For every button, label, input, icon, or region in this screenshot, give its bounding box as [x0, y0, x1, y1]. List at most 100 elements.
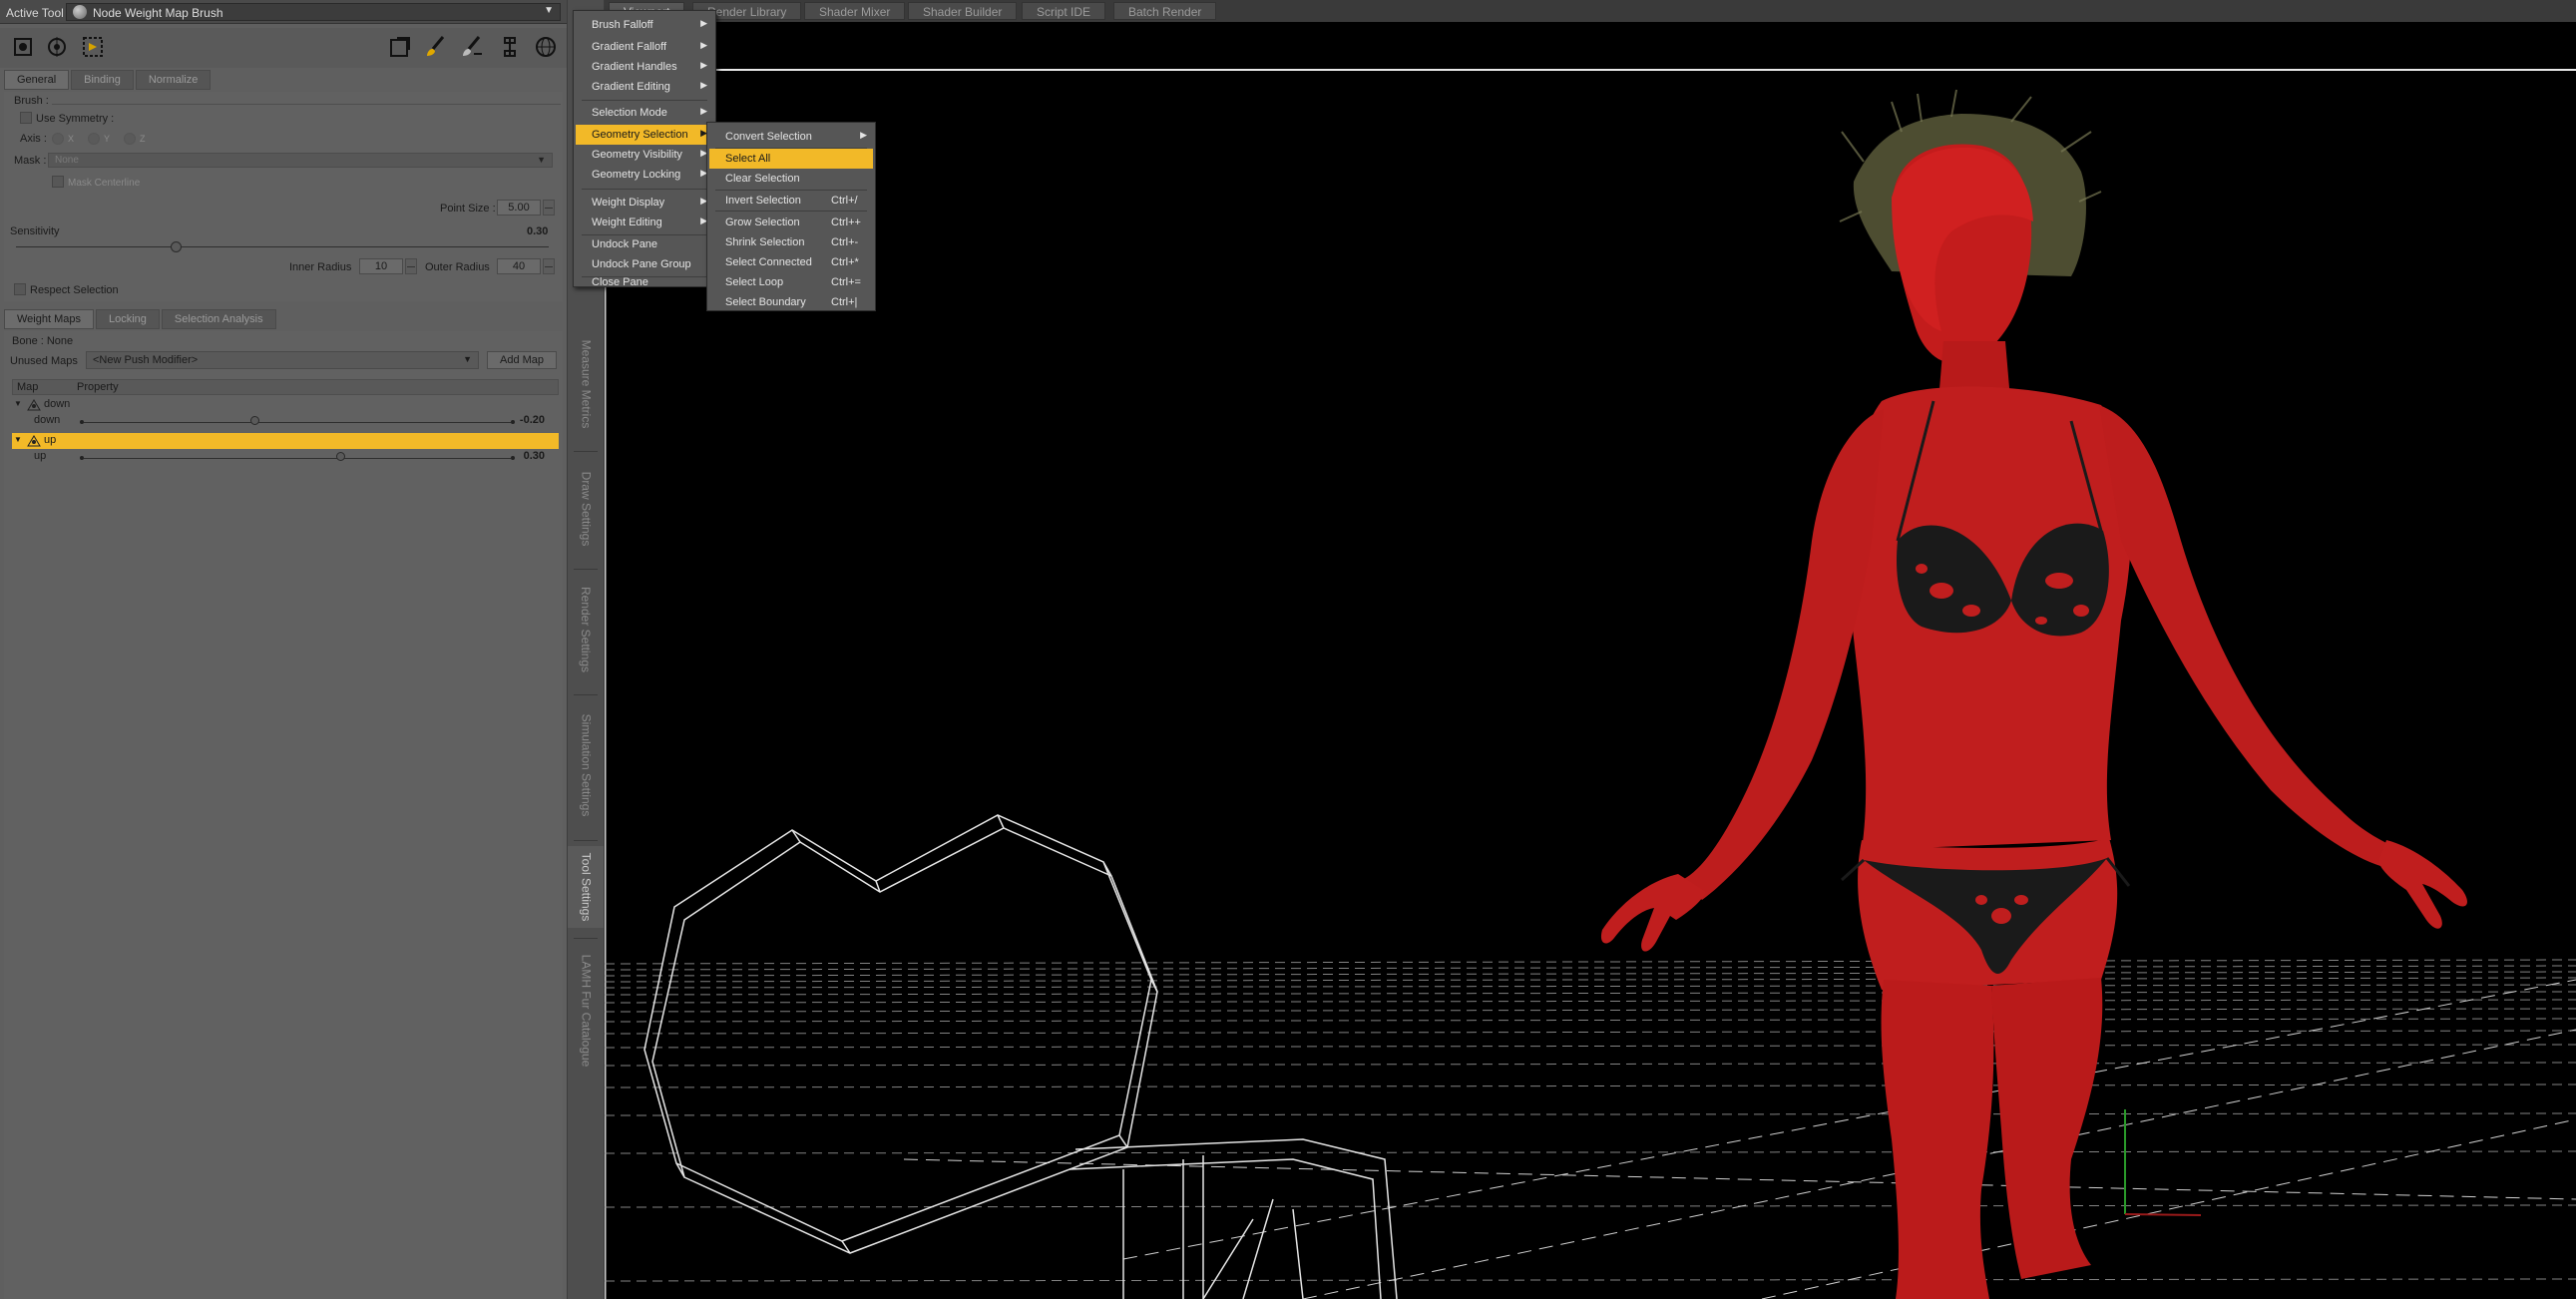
wireframe-object — [644, 814, 1398, 1299]
mask-centerline-checkbox[interactable] — [52, 176, 64, 188]
menu-item-weight-editing[interactable]: Weight Editing ▶ — [576, 213, 713, 232]
axis-y-radio[interactable] — [88, 133, 100, 145]
menu-item-close-pane[interactable]: Close Pane — [576, 276, 713, 288]
menu-item-gradient-falloff[interactable]: Gradient Falloff ▶ — [576, 37, 713, 57]
region-select-icon[interactable] — [78, 32, 108, 62]
weight-map-icon — [27, 435, 41, 447]
paint-brush-icon[interactable] — [421, 32, 451, 62]
sensitivity-label: Sensitivity — [10, 225, 60, 237]
select-brush-icon[interactable] — [8, 32, 38, 62]
inner-radius-field[interactable]: 10 — [359, 258, 403, 274]
top-tab-bar: Viewport Render Library Shader Mixer Sha… — [605, 0, 2576, 22]
channel-slider-track[interactable] — [84, 458, 511, 459]
menu-item-gradient-handles[interactable]: Gradient Handles ▶ — [576, 57, 713, 77]
use-symmetry-checkbox[interactable] — [20, 112, 32, 124]
tab-binding[interactable]: Binding — [71, 70, 134, 90]
tab-batch-render[interactable]: Batch Render — [1113, 2, 1217, 20]
node-select-icon[interactable] — [42, 32, 72, 62]
menu-item-geometry-locking[interactable]: Geometry Locking ▶ — [576, 165, 713, 185]
menu-item-brush-falloff[interactable]: Brush Falloff ▶ — [576, 15, 713, 35]
tab-normalize[interactable]: Normalize — [135, 70, 212, 90]
submenu-arrow-icon: ▶ — [700, 60, 707, 70]
outer-radius-stepper[interactable] — [543, 258, 555, 274]
menu-item-weight-display[interactable]: Weight Display ▶ — [576, 193, 713, 213]
add-map-button[interactable]: Add Map — [487, 351, 557, 369]
outer-radius-field[interactable]: 40 — [497, 258, 541, 274]
active-tool-dropdown[interactable]: Node Weight Map Brush ▼ — [66, 3, 561, 21]
tab-locking[interactable]: Locking — [96, 309, 160, 329]
respect-selection-checkbox[interactable] — [14, 283, 26, 295]
channel-value: 0.30 — [523, 450, 545, 462]
menu-item-gradient-editing[interactable]: Gradient Editing ▶ — [576, 77, 713, 97]
unused-maps-dropdown[interactable]: <New Push Modifier> ▼ — [86, 351, 479, 369]
menu-item-select-loop[interactable]: Select Loop Ctrl+= — [709, 272, 873, 292]
stamp-icon[interactable] — [385, 32, 415, 62]
weight-map-icon — [27, 399, 41, 411]
menu-item-clear-selection[interactable]: Clear Selection — [709, 169, 873, 189]
vtab-render-settings[interactable]: Render Settings — [568, 575, 604, 684]
divider — [574, 569, 598, 570]
tab-weight-maps[interactable]: Weight Maps — [4, 309, 94, 329]
menu-item-undock-pane-group[interactable]: Undock Pane Group — [576, 254, 713, 274]
menu-item-select-boundary[interactable]: Select Boundary Ctrl+| — [709, 292, 873, 312]
mask-value: None — [55, 155, 79, 166]
menu-item-undock-pane[interactable]: Undock Pane — [576, 234, 713, 254]
weight-map-channel-up: up 0.30 — [12, 449, 559, 465]
axis-z-label: Z — [140, 134, 146, 144]
mask-dropdown[interactable]: None ▼ — [48, 153, 553, 168]
vtab-draw-settings[interactable]: Draw Settings — [568, 459, 604, 559]
column-property: Property — [77, 381, 119, 393]
menu-item-select-connected[interactable]: Select Connected Ctrl+* — [709, 252, 873, 272]
viewport-scene — [605, 22, 2576, 1299]
menu-item-select-all[interactable]: Select All — [709, 149, 873, 169]
inner-radius-stepper[interactable] — [405, 258, 417, 274]
ground-grid — [605, 959, 2576, 1282]
globe-target-icon[interactable] — [531, 32, 561, 62]
channel-name: up — [34, 450, 47, 462]
menu-item-invert-selection[interactable]: Invert Selection Ctrl+/ — [709, 191, 873, 211]
vtab-tool-settings[interactable]: Tool Settings — [568, 846, 604, 928]
vtab-lamh-fur-catalogue[interactable]: LAMH Fur Catalogue — [568, 946, 604, 1076]
weight-map-group-down[interactable]: ▼ down — [12, 397, 559, 413]
tab-selection-analysis[interactable]: Selection Analysis — [161, 309, 276, 329]
divider — [574, 451, 598, 452]
3d-viewport[interactable] — [605, 22, 2576, 1299]
menu-item-geometry-selection[interactable]: Geometry Selection ▶ — [576, 125, 713, 145]
brush-heading: Brush : — [14, 95, 49, 107]
vtab-simulation-settings[interactable]: Simulation Settings — [568, 700, 604, 830]
channel-slider-handle[interactable] — [335, 452, 345, 461]
weight-map-channel-down: down -0.20 — [12, 413, 559, 429]
submenu-arrow-icon: ▶ — [860, 130, 867, 140]
pin-icon[interactable] — [495, 32, 525, 62]
channel-slider-track[interactable] — [84, 422, 511, 423]
point-size-stepper[interactable] — [543, 200, 555, 216]
channel-slider-handle[interactable] — [250, 416, 260, 425]
menu-item-convert-selection[interactable]: Convert Selection ▶ — [709, 127, 873, 147]
menu-item-shrink-selection[interactable]: Shrink Selection Ctrl+- — [709, 232, 873, 252]
vtab-measure-metrics[interactable]: Measure Metrics — [568, 329, 604, 439]
point-size-field[interactable]: 5.00 — [497, 200, 541, 216]
axis-x-radio[interactable] — [52, 133, 64, 145]
weight-maps-panel — [4, 331, 563, 1299]
weight-map-group-up[interactable]: ▼ up — [12, 433, 559, 449]
expand-triangle-icon[interactable]: ▼ — [14, 435, 22, 444]
tab-general[interactable]: General — [4, 70, 70, 90]
tab-shader-builder[interactable]: Shader Builder — [908, 2, 1018, 20]
sensitivity-value: 0.30 — [527, 225, 549, 237]
submenu-arrow-icon: ▶ — [700, 80, 707, 90]
expand-triangle-icon[interactable]: ▼ — [14, 399, 22, 408]
group-name: up — [44, 434, 57, 446]
sensitivity-slider-track[interactable] — [16, 246, 549, 247]
tab-script-ide[interactable]: Script IDE — [1022, 2, 1106, 20]
menu-item-selection-mode[interactable]: Selection Mode ▶ — [576, 103, 713, 123]
mask-centerline-label: Mask Centerline — [68, 178, 141, 189]
slider-max-dot — [511, 456, 515, 460]
inner-radius-label: Inner Radius — [289, 261, 352, 273]
tab-shader-mixer[interactable]: Shader Mixer — [804, 2, 906, 20]
submenu-arrow-icon: ▶ — [700, 18, 707, 28]
weight-map-table-header: Map Property — [12, 379, 559, 395]
axis-z-radio[interactable] — [124, 133, 136, 145]
eraser-brush-icon[interactable] — [457, 32, 487, 62]
menu-item-grow-selection[interactable]: Grow Selection Ctrl++ — [709, 213, 873, 232]
menu-item-geometry-visibility[interactable]: Geometry Visibility ▶ — [576, 145, 713, 165]
